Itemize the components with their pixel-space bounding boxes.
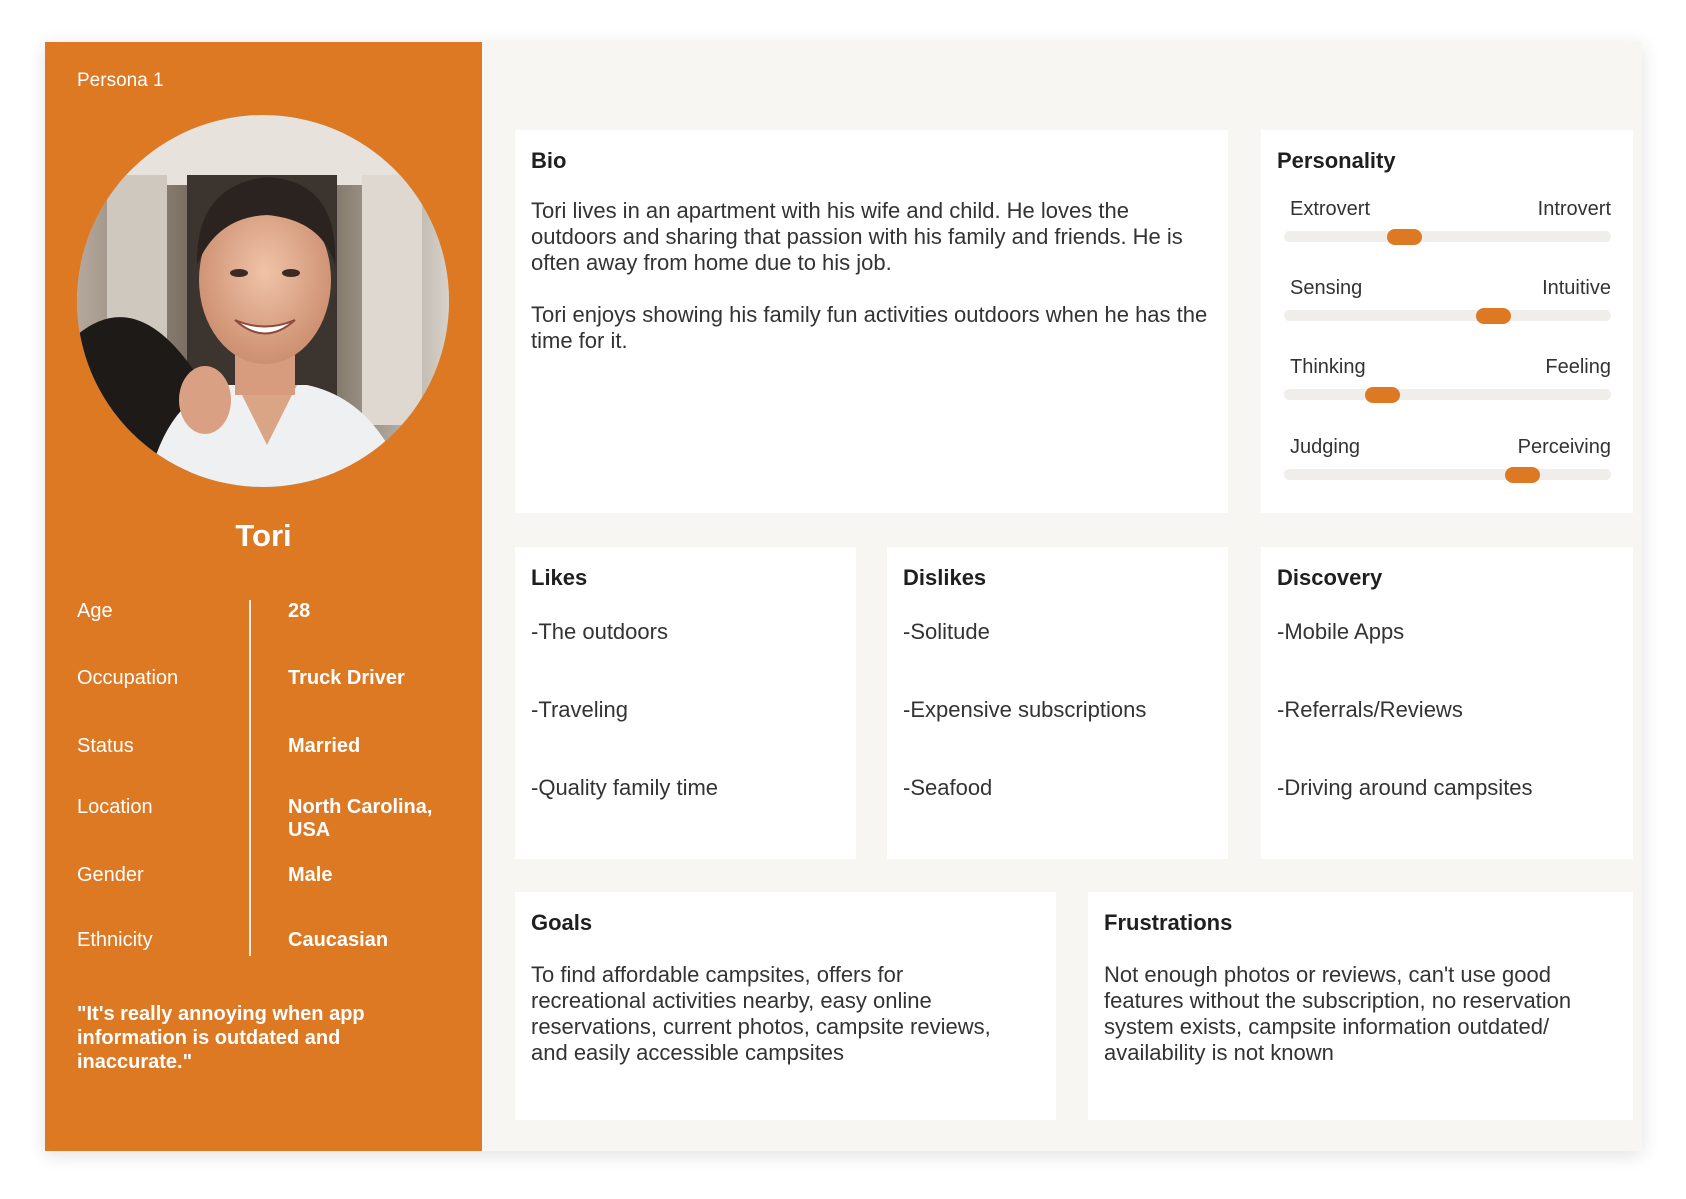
bio-panel: Bio Tori lives in an apartment with his … xyxy=(515,130,1228,513)
trait-track xyxy=(1284,469,1611,480)
trait-left-label: Sensing xyxy=(1290,277,1363,299)
trait-row: Extrovert Introvert xyxy=(1284,198,1611,248)
location-value: North Carolina, USA xyxy=(288,796,433,841)
trait-track xyxy=(1284,310,1611,321)
trait-right-label: Introvert xyxy=(1537,198,1611,220)
list-item: -Driving around campsites xyxy=(1277,775,1533,800)
gender-value: Male xyxy=(288,864,333,886)
list-item: -Seafood xyxy=(903,775,993,800)
occupation-value: Truck Driver xyxy=(288,667,405,689)
trait-slider-thumb xyxy=(1364,387,1400,403)
persona-label: Persona 1 xyxy=(77,70,164,91)
goals-panel: Goals To find affordable campsites, offe… xyxy=(515,892,1056,1120)
gender-label: Gender xyxy=(77,864,144,886)
bio-paragraph: Tori enjoys showing his family fun activ… xyxy=(531,302,1208,353)
status-label: Status xyxy=(77,735,134,757)
ethnicity-value: Caucasian xyxy=(288,929,389,951)
list-item: -Solitude xyxy=(903,619,990,644)
age-label: Age xyxy=(77,600,113,622)
location-label: Location xyxy=(77,796,153,818)
likes-panel: Likes -The outdoors -Traveling -Quality … xyxy=(515,547,856,859)
persona-photo-image xyxy=(77,115,449,487)
persona-sidebar: Persona 1 Tori Age 28 Occupation Truck D… xyxy=(45,42,482,1151)
discovery-title: Discovery xyxy=(1277,565,1383,590)
list-item: -Expensive subscriptions xyxy=(903,697,1147,722)
persona-name: Tori xyxy=(235,518,292,553)
trait-slider-thumb xyxy=(1475,308,1511,324)
trait-left-label: Judging xyxy=(1290,436,1361,458)
bio-paragraph: Tori lives in an apartment with his wife… xyxy=(531,198,1183,275)
trait-track xyxy=(1284,231,1611,242)
frustrations-text: Not enough photos or reviews, can't use … xyxy=(1104,962,1572,1065)
trait-right-label: Feeling xyxy=(1545,356,1611,378)
trait-slider-thumb xyxy=(1387,229,1423,245)
trait-row: Sensing Intuitive xyxy=(1284,277,1611,327)
ethnicity-label: Ethnicity xyxy=(77,929,153,951)
bio-title: Bio xyxy=(531,148,567,173)
frustrations-panel: Frustrations Not enough photos or review… xyxy=(1088,892,1633,1120)
trait-slider-thumb xyxy=(1505,467,1541,483)
trait-right-label: Perceiving xyxy=(1517,436,1611,458)
age-value: 28 xyxy=(288,600,311,622)
personality-title: Personality xyxy=(1277,148,1396,173)
list-item: -The outdoors xyxy=(531,619,668,644)
list-item: -Mobile Apps xyxy=(1277,619,1405,644)
list-item: -Quality family time xyxy=(531,775,719,800)
occupation-label: Occupation xyxy=(77,667,179,689)
discovery-panel: Discovery -Mobile Apps -Referrals/Review… xyxy=(1261,547,1633,859)
dislikes-title: Dislikes xyxy=(903,565,987,590)
goals-title: Goals xyxy=(531,910,593,935)
trait-left-label: Thinking xyxy=(1290,356,1366,378)
likes-title: Likes xyxy=(531,565,588,590)
trait-left-label: Extrovert xyxy=(1290,198,1371,220)
trait-row: Judging Perceiving xyxy=(1284,436,1611,486)
persona-attributes: Age 28 Occupation Truck Driver Status Ma… xyxy=(77,600,467,956)
persona-photo xyxy=(77,115,449,487)
attributes-divider xyxy=(249,600,251,956)
dislikes-panel: Dislikes -Solitude -Expensive subscripti… xyxy=(887,547,1228,859)
persona-quote: "It's really annoying when app informati… xyxy=(77,1003,365,1073)
trait-right-label: Intuitive xyxy=(1542,277,1611,299)
personality-panel: Personality Extrovert Introvert Sensing … xyxy=(1261,130,1633,513)
persona-card: Persona 1 Tori Age 28 Occupation Truck D… xyxy=(45,42,1642,1151)
list-item: -Traveling xyxy=(531,697,628,722)
goals-text: To find affordable campsites, offers for… xyxy=(531,962,991,1065)
list-item: -Referrals/Reviews xyxy=(1277,697,1463,722)
trait-track xyxy=(1284,389,1611,400)
status-value: Married xyxy=(288,735,361,757)
frustrations-title: Frustrations xyxy=(1104,910,1233,935)
trait-row: Thinking Feeling xyxy=(1284,356,1611,406)
